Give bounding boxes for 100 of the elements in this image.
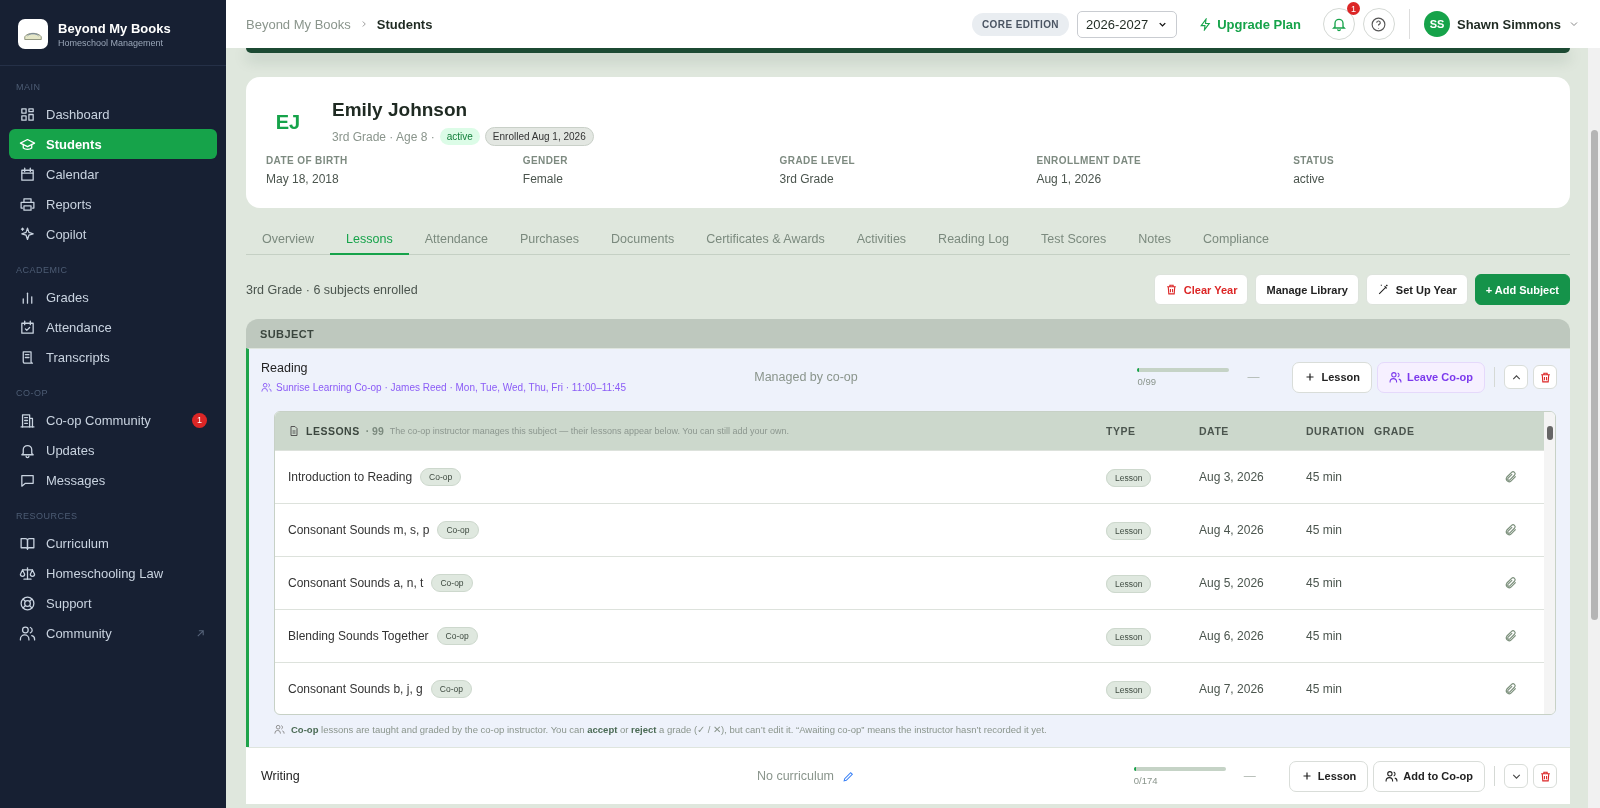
curriculum-text: No curriculum [756, 769, 835, 783]
add-subject-button[interactable]: + Add Subject [1474, 274, 1570, 305]
column-header: LESSONS [306, 425, 360, 437]
paperclip-icon[interactable] [1504, 523, 1518, 537]
nav-item[interactable]: Curriculum [9, 528, 217, 558]
lesson-row[interactable]: Consonant Sounds b, j, g Co-op Lesson Aug 7, 2026 45 min [275, 662, 1544, 714]
nav-item[interactable]: Calendar [9, 159, 217, 189]
collapse-button[interactable] [1504, 365, 1528, 389]
coop-tag: Co-op [430, 680, 472, 698]
people-icon [19, 624, 36, 642]
nav-section-heading: CO-OP [15, 387, 49, 400]
lesson-row[interactable]: Consonant Sounds m, s, p Co-op Lesson Aug 4, 2026 45 min [275, 503, 1544, 556]
people-icon [1385, 769, 1399, 783]
status-badge: active [439, 128, 480, 145]
subject-name: Writing [261, 769, 301, 783]
lesson-title: Consonant Sounds b, j, g [288, 682, 423, 696]
nav-item[interactable]: Attendance [9, 312, 217, 342]
lightning-icon [1199, 17, 1213, 31]
expand-button[interactable] [1504, 764, 1528, 788]
detail-value: Female [522, 172, 564, 186]
scrollbar[interactable] [1544, 412, 1555, 714]
nav-item[interactable]: Messages [9, 465, 217, 495]
add-lesson-button[interactable]: Lesson [1288, 760, 1369, 792]
breadcrumb-current: Students [376, 16, 433, 32]
date-cell-text: Aug 4, 2026 [1199, 523, 1265, 537]
document-icon [288, 425, 300, 437]
pencil-icon[interactable] [842, 769, 856, 783]
grade-value: — [1247, 370, 1261, 384]
scale-icon [19, 564, 36, 582]
paperclip-icon[interactable] [1504, 629, 1518, 643]
duration-cell-text: 45 min [1306, 682, 1344, 696]
coop-button[interactable]: Add to Co-op [1373, 760, 1485, 792]
type-tag: Lesson [1106, 575, 1152, 593]
lesson-title: Introduction to Reading [288, 470, 413, 484]
nav-item[interactable]: Homeschooling Law [9, 558, 217, 588]
lesson-title: Consonant Sounds m, s, p [288, 523, 430, 537]
subject-name: Reading [261, 361, 309, 375]
nav-item[interactable]: Copilot [9, 219, 217, 249]
logo-icon [18, 19, 48, 49]
nav-item[interactable]: Transcripts [9, 342, 217, 372]
nav-item[interactable]: Co-op Community 1 [9, 405, 217, 435]
lesson-row[interactable]: Consonant Sounds a, n, t Co-op Lesson Aug 5, 2026 45 min [275, 556, 1544, 609]
lesson-row[interactable]: Introduction to Reading Co-op Lesson Aug 3, 2026 45 min [275, 450, 1544, 503]
paperclip-icon[interactable] [1504, 470, 1518, 484]
nav-section-heading: ACADEMIC [15, 264, 69, 277]
enrolled-badge: Enrolled Aug 1, 2026 [484, 127, 594, 146]
detail-value: May 18, 2018 [266, 172, 340, 186]
date-cell-text: Aug 7, 2026 [1199, 682, 1265, 696]
lifebuoy-icon [19, 594, 36, 612]
student-summary: 3rd Grade · Age 8 · [332, 129, 435, 144]
lesson-row[interactable]: Blending Sounds Together Co-op Lesson Aug 6, 2026 45 min [275, 609, 1544, 662]
delete-button[interactable] [1533, 764, 1557, 788]
delete-button[interactable] [1533, 365, 1557, 389]
calendar-check-icon [19, 318, 36, 336]
curriculum-text: Managed by co-op [754, 370, 858, 384]
date-cell-text: Aug 6, 2026 [1199, 629, 1265, 643]
help-button[interactable] [1362, 8, 1395, 40]
coop-tag: Co-op [431, 574, 473, 592]
coop-tag: Co-op [436, 627, 478, 645]
subjects-summary: 3rd Grade · 6 subjects enrolled [246, 282, 418, 297]
student-initials: EJ [274, 111, 302, 134]
student-name: Emily Johnson [332, 99, 469, 121]
coop-tag: Co-op [420, 468, 462, 486]
paperclip-icon[interactable] [1504, 682, 1518, 696]
calendar-icon [19, 165, 36, 183]
dashboard-icon [19, 105, 36, 123]
nav-item[interactable]: Grades [9, 282, 217, 312]
nav-item[interactable]: Support [9, 588, 217, 618]
count-badge: 1 [192, 412, 207, 428]
nav-item[interactable]: Updates [9, 435, 217, 465]
column-header: GRADE [1374, 425, 1416, 437]
nav-item[interactable]: Community [9, 618, 217, 648]
paperclip-icon[interactable] [1504, 576, 1518, 590]
clear-year-button[interactable]: Clear Year [1153, 274, 1249, 305]
duration-cell-text: 45 min [1306, 629, 1344, 643]
notifications-button[interactable] [1322, 8, 1355, 40]
date-cell-text: Aug 5, 2026 [1199, 576, 1265, 590]
brand-title: Beyond My Books [58, 20, 171, 36]
nav-item[interactable]: Dashboard [9, 99, 217, 129]
user-avatar: SS [1423, 11, 1450, 37]
coop-button[interactable]: Leave Co-op [1377, 361, 1485, 393]
magic-wand-icon [1376, 283, 1390, 296]
trash-icon [1538, 370, 1552, 384]
date-cell-text: Aug 3, 2026 [1199, 470, 1265, 484]
type-tag: Lesson [1106, 469, 1152, 487]
scrollbar[interactable] [1588, 48, 1600, 808]
coop-tag: Co-op [437, 521, 479, 539]
duration-cell-text: 45 min [1306, 523, 1344, 537]
setup-button[interactable]: Set Up Year [1365, 274, 1468, 305]
trash-icon [1164, 283, 1178, 296]
detail-label: STATUS [1293, 155, 1336, 166]
nav-item[interactable]: Reports [9, 189, 217, 219]
library-button[interactable]: Manage Library [1255, 274, 1359, 305]
column-header: DATE [1199, 425, 1230, 437]
year-select[interactable]: 2026-2027 [1077, 10, 1178, 38]
add-lesson-button[interactable]: Lesson [1292, 361, 1372, 393]
user-menu[interactable]: SS Shawn Simmons [1423, 11, 1580, 37]
detail-value: 3rd Grade [779, 172, 835, 186]
notification-badge: 1 [1346, 2, 1360, 15]
detail-value: Aug 1, 2026 [1036, 172, 1103, 186]
